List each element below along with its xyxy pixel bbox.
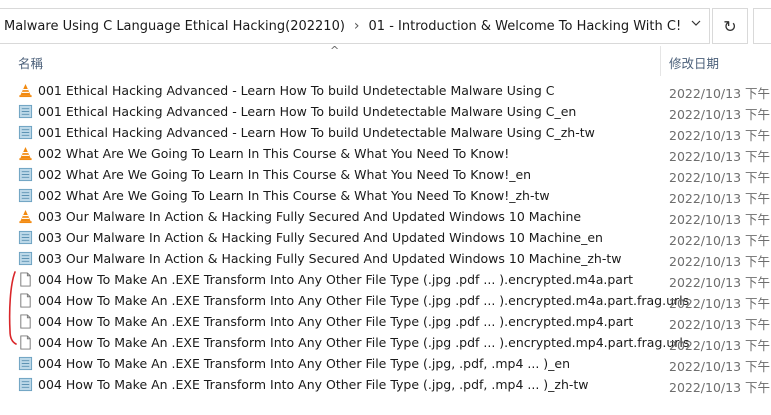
file-row[interactable]: 003 Our Malware In Action & Hacking Full… [0, 206, 771, 227]
file-name: 002 What Are We Going To Learn In This C… [38, 188, 550, 203]
file-modified-date: 2022/10/13 下午 0 [669, 254, 771, 269]
file-name: 004 How To Make An .EXE Transform Into A… [38, 272, 634, 287]
file-name: 001 Ethical Hacking Advanced - Learn How… [38, 125, 595, 140]
file-row[interactable]: 001 Ethical Hacking Advanced - Learn How… [0, 122, 771, 143]
file-row[interactable]: 001 Ethical Hacking Advanced - Learn How… [0, 101, 771, 122]
search-input[interactable] [753, 8, 771, 44]
column-divider[interactable] [660, 46, 661, 76]
file-row[interactable]: 004 How To Make An .EXE Transform Into A… [0, 269, 771, 290]
file-row[interactable]: 004 How To Make An .EXE Transform Into A… [0, 374, 771, 395]
file-modified-date: 2022/10/13 下午 0 [669, 317, 771, 332]
address-dropdown-button[interactable] [691, 17, 701, 30]
file-modified-date: 2022/10/13 下午 0 [669, 359, 771, 374]
column-header-date[interactable]: 修改日期 [669, 53, 719, 72]
file-row[interactable]: 003 Our Malware In Action & Hacking Full… [0, 227, 771, 248]
file-modified-date: 2022/10/13 下午 0 [669, 233, 771, 248]
subtitle-file-icon [18, 377, 33, 392]
file-name: 004 How To Make An .EXE Transform Into A… [38, 293, 690, 308]
chevron-down-icon [691, 20, 701, 26]
vlc-media-icon [18, 209, 33, 224]
file-modified-date: 2022/10/13 下午 0 [669, 149, 771, 164]
breadcrumb-course-folder[interactable]: Malware Using C Language Ethical Hacking… [0, 19, 349, 34]
file-modified-date: 2022/10/13 下午 0 [669, 296, 771, 311]
file-modified-date: 2022/10/13 下午 0 [669, 380, 771, 395]
blank-file-icon [18, 272, 33, 287]
file-name: 004 How To Make An .EXE Transform Into A… [38, 377, 589, 392]
blank-file-icon [18, 314, 33, 329]
subtitle-file-icon [18, 125, 33, 140]
address-bar[interactable]: Malware Using C Language Ethical Hacking… [0, 8, 710, 44]
file-row[interactable]: 004 How To Make An .EXE Transform Into A… [0, 290, 771, 311]
file-modified-date: 2022/10/13 下午 0 [669, 275, 771, 290]
column-header: ^ 名稱 修改日期 [0, 44, 771, 76]
refresh-icon: ↻ [723, 16, 737, 36]
file-modified-date: 2022/10/13 下午 0 [669, 107, 771, 122]
file-modified-date: 2022/10/13 下午 0 [669, 170, 771, 185]
file-name: 003 Our Malware In Action & Hacking Full… [38, 209, 582, 224]
blank-file-icon [18, 335, 33, 350]
file-modified-date: 2022/10/13 下午 0 [669, 212, 771, 227]
column-header-name[interactable]: 名稱 [18, 53, 43, 72]
file-name: 004 How To Make An .EXE Transform Into A… [38, 356, 571, 371]
file-row[interactable]: 004 How To Make An .EXE Transform Into A… [0, 332, 771, 353]
file-row[interactable]: 004 How To Make An .EXE Transform Into A… [0, 353, 771, 374]
subtitle-file-icon [18, 104, 33, 119]
file-row[interactable]: 002 What Are We Going To Learn In This C… [0, 185, 771, 206]
file-name: 001 Ethical Hacking Advanced - Learn How… [38, 104, 577, 119]
file-name: 003 Our Malware In Action & Hacking Full… [38, 230, 603, 245]
subtitle-file-icon [18, 167, 33, 182]
file-row[interactable]: 004 How To Make An .EXE Transform Into A… [0, 311, 771, 332]
file-name: 002 What Are We Going To Learn In This C… [38, 146, 510, 161]
file-row[interactable]: 002 What Are We Going To Learn In This C… [0, 143, 771, 164]
sort-ascending-icon: ^ [330, 44, 340, 57]
vlc-media-icon [18, 146, 33, 161]
file-name: 003 Our Malware In Action & Hacking Full… [38, 251, 622, 266]
file-list: 001 Ethical Hacking Advanced - Learn How… [0, 80, 771, 395]
file-modified-date: 2022/10/13 下午 0 [669, 338, 771, 353]
breadcrumb-separator-icon[interactable]: › [349, 18, 365, 34]
file-modified-date: 2022/10/13 下午 0 [669, 128, 771, 143]
file-name: 002 What Are We Going To Learn In This C… [38, 167, 532, 182]
file-modified-date: 2022/10/13 下午 0 [669, 191, 771, 206]
subtitle-file-icon [18, 230, 33, 245]
blank-file-icon [18, 293, 33, 308]
file-modified-date: 2022/10/13 下午 0 [669, 86, 771, 101]
file-row[interactable]: 002 What Are We Going To Learn In This C… [0, 164, 771, 185]
file-name: 004 How To Make An .EXE Transform Into A… [38, 335, 690, 350]
subtitle-file-icon [18, 188, 33, 203]
breadcrumb-current-folder[interactable]: 01 - Introduction & Welcome To Hacking W… [365, 19, 686, 34]
file-row[interactable]: 001 Ethical Hacking Advanced - Learn How… [0, 80, 771, 101]
file-name: 004 How To Make An .EXE Transform Into A… [38, 314, 634, 329]
subtitle-file-icon [18, 251, 33, 266]
file-row[interactable]: 003 Our Malware In Action & Hacking Full… [0, 248, 771, 269]
subtitle-file-icon [18, 356, 33, 371]
refresh-button[interactable]: ↻ [712, 8, 748, 44]
file-name: 001 Ethical Hacking Advanced - Learn How… [38, 83, 555, 98]
red-annotation-mark [8, 271, 17, 345]
vlc-media-icon [18, 83, 33, 98]
